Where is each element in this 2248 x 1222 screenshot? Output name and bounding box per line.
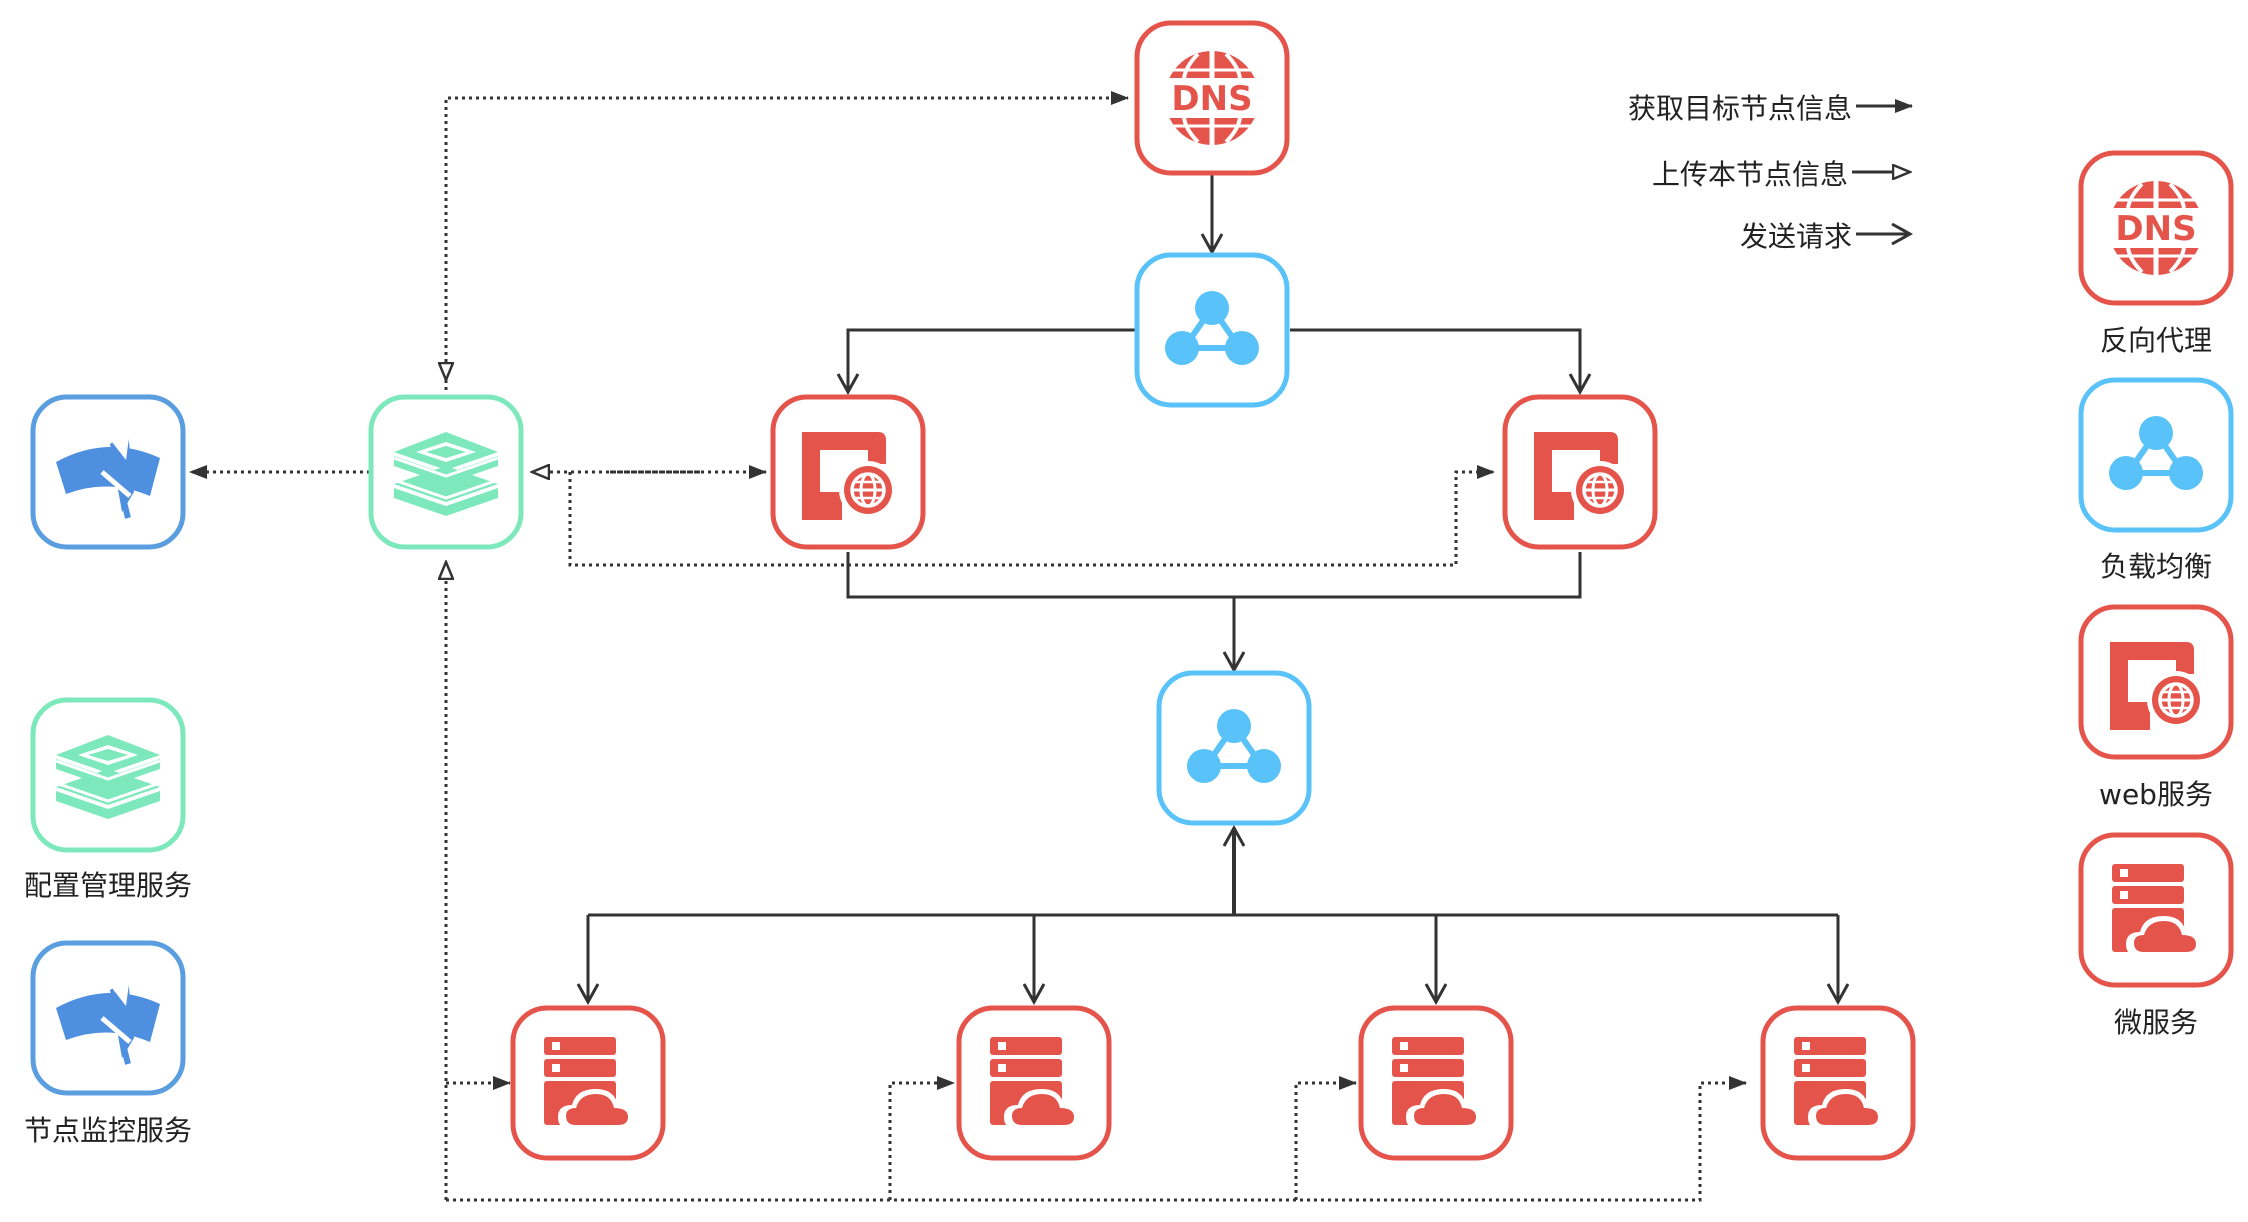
edge-config-to-micro3 [1294, 1076, 1357, 1200]
node-load-balancer-middle [1159, 673, 1309, 823]
legend-config [33, 700, 183, 850]
legend-web [2081, 607, 2231, 757]
edge-web-left-down [846, 552, 1582, 599]
legend-micro [2081, 835, 2231, 985]
arrow-legend: 获取目标节点信息 上传本节点信息 发送请求 [1628, 92, 1913, 253]
legend-upload-label: 上传本节点信息 [1652, 158, 1848, 191]
legend-micro-label: 微服务 [2114, 1006, 2198, 1039]
legend-monitor [33, 943, 183, 1093]
edge-config-dns [444, 91, 1129, 390]
node-micro-1 [513, 1008, 663, 1158]
legend-dns: DNS [2081, 153, 2231, 303]
node-config [371, 397, 521, 547]
legend-fetch-label: 获取目标节点信息 [1628, 92, 1852, 125]
legend-web-label: web服务 [2099, 778, 2213, 811]
edge-config-to-micro2 [888, 1076, 955, 1200]
web-monitor-globe-icon [2108, 640, 2207, 732]
node-micro-4 [1763, 1008, 1913, 1158]
edge-lb-to-web-right [1290, 328, 1580, 392]
edge-lb-to-web-left [848, 328, 1135, 392]
node-web-right [1505, 397, 1655, 547]
legend-dns-label: 反向代理 [2100, 324, 2212, 357]
node-web-left [773, 397, 923, 547]
web-monitor-globe-icon [1532, 430, 1631, 522]
node-monitor [33, 397, 183, 547]
node-micro-3 [1361, 1008, 1511, 1158]
web-monitor-globe-icon [800, 430, 899, 522]
legend-lb [2081, 380, 2231, 530]
legend-config-label: 配置管理服务 [24, 869, 192, 902]
dns-icon-text: DNS [2115, 209, 2196, 249]
node-load-balancer-top [1137, 255, 1287, 405]
legend-monitor-label: 节点监控服务 [24, 1114, 192, 1147]
legend-send-label: 发送请求 [1740, 220, 1852, 253]
legend-lb-label: 负载均衡 [2100, 550, 2212, 583]
architecture-diagram: DNS 配置管理服务 节点监控服务 DNS 反向代理 负载均衡 web服务 微服… [24, 0, 2248, 1202]
edge-config-to-web-right [568, 465, 1495, 567]
node-micro-2 [959, 1008, 1109, 1158]
dns-icon-text: DNS [1171, 79, 1252, 119]
node-dns: DNS [1137, 23, 1287, 173]
